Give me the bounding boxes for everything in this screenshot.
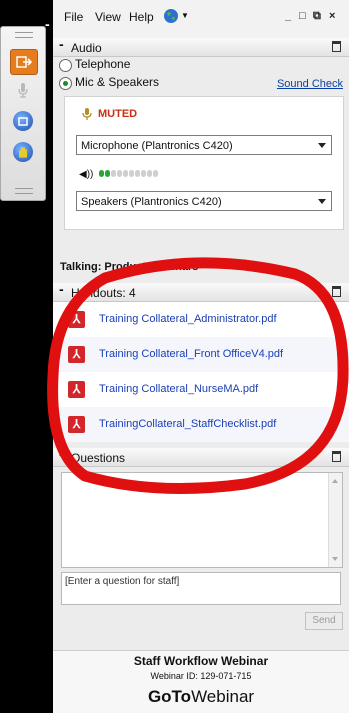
- panel-grip[interactable]: -: [45, 16, 50, 32]
- meter-segment: [141, 170, 146, 177]
- chevron-down-icon[interactable]: ▼: [181, 11, 189, 20]
- meter-segment: [111, 170, 116, 177]
- gotowebinar-logo: GoToWebinar: [53, 687, 349, 707]
- questions-title: Questions: [71, 451, 126, 465]
- minimize-button[interactable]: _: [285, 10, 291, 22]
- meter-segment: [153, 170, 158, 177]
- mic-speakers-label: Mic & Speakers: [75, 75, 160, 89]
- webinar-footer: Staff Workflow Webinar Webinar ID: 129-0…: [53, 650, 349, 713]
- brand-bold: GoTo: [147, 687, 192, 706]
- maximize-button[interactable]: □: [299, 10, 306, 22]
- meter-segment: [123, 170, 128, 177]
- question-input[interactable]: [Enter a question for staff]: [61, 572, 341, 605]
- menu-file[interactable]: File: [64, 10, 83, 24]
- speakers-select[interactable]: Speakers (Plantronics C420): [76, 191, 332, 211]
- pdf-icon: ⅄: [68, 381, 85, 398]
- raise-hand-button[interactable]: [10, 140, 36, 164]
- speaker-level-meter: [99, 170, 158, 177]
- telephone-label: Telephone: [75, 57, 131, 71]
- webinar-id: Webinar ID: 129-071-715: [150, 671, 252, 681]
- screen-icon: [18, 116, 28, 126]
- webinar-title: Staff Workflow Webinar: [133, 654, 269, 668]
- list-item[interactable]: ⅄ Training Collateral_Administrator.pdf: [53, 302, 349, 337]
- pdf-icon: ⅄: [68, 346, 85, 363]
- microphone-icon: [82, 108, 92, 120]
- questions-scrollbar[interactable]: [328, 473, 342, 567]
- handout-link[interactable]: Training Collateral_Front OfficeV4.pdf: [99, 348, 283, 360]
- list-item[interactable]: ⅄ TrainingCollateral_StaffChecklist.pdf: [53, 407, 349, 442]
- toolbar-grip-top[interactable]: [15, 32, 33, 38]
- control-toolbar: [0, 26, 46, 201]
- handout-link[interactable]: TrainingCollateral_StaffChecklist.pdf: [99, 418, 276, 430]
- audio-section-header: - Audio: [53, 36, 349, 57]
- arrow-right-icon: [16, 56, 32, 68]
- telephone-radio[interactable]: [59, 59, 72, 72]
- globe-icon[interactable]: [163, 8, 179, 24]
- pdf-icon: ⅄: [68, 311, 85, 328]
- question-placeholder: [Enter a question for staff]: [65, 576, 180, 587]
- screen-button[interactable]: [10, 109, 36, 133]
- chevron-down-icon: [318, 199, 326, 204]
- meter-segment: [99, 170, 104, 177]
- popout-icon[interactable]: [332, 286, 341, 297]
- popout-icon[interactable]: [332, 41, 341, 52]
- handouts-title: Handouts: 4: [71, 286, 136, 300]
- meter-segment: [147, 170, 152, 177]
- questions-section-header: - Questions: [53, 446, 349, 467]
- meter-segment: [105, 170, 110, 177]
- list-item[interactable]: ⅄ Training Collateral_NurseMA.pdf: [53, 372, 349, 407]
- restore-button[interactable]: ⧉: [313, 10, 321, 23]
- scroll-up-icon[interactable]: [332, 479, 338, 483]
- questions-log[interactable]: [61, 472, 343, 568]
- microphone-icon: [18, 83, 28, 98]
- microphone-value: Microphone (Plantronics C420): [81, 140, 233, 152]
- meter-segment: [129, 170, 134, 177]
- microphone-select[interactable]: Microphone (Plantronics C420): [76, 135, 332, 155]
- popout-icon[interactable]: [332, 451, 341, 462]
- handout-link[interactable]: Training Collateral_Administrator.pdf: [99, 313, 277, 325]
- collapse-icon[interactable]: -: [59, 446, 64, 462]
- audio-title: Audio: [71, 41, 102, 55]
- handout-link[interactable]: Training Collateral_NurseMA.pdf: [99, 383, 258, 395]
- handouts-list: ⅄ Training Collateral_Administrator.pdf ⅄…: [53, 302, 349, 442]
- meter-segment: [117, 170, 122, 177]
- mic-speakers-radio[interactable]: [59, 77, 72, 90]
- talking-label: Talking: Product Webinars: [60, 261, 199, 273]
- meter-segment: [135, 170, 140, 177]
- brand-light: Webinar: [191, 687, 255, 706]
- muted-status: MUTED: [98, 108, 138, 120]
- control-panel: - File View Help ▼ _ □ ⧉ × - Audio Telep…: [45, 0, 349, 713]
- menu-help[interactable]: Help: [129, 10, 154, 24]
- collapse-icon[interactable]: -: [59, 281, 64, 297]
- speaker-icon: ◀)): [79, 169, 94, 180]
- audio-settings-box: MUTED Microphone (Plantronics C420) ◀)) …: [64, 96, 344, 230]
- menu-bar: File View Help ▼ _ □ ⧉ ×: [53, 0, 349, 39]
- list-item[interactable]: ⅄ Training Collateral_Front OfficeV4.pdf: [53, 337, 349, 372]
- scroll-down-icon[interactable]: [332, 557, 338, 561]
- handouts-section-header: - Handouts: 4: [53, 281, 349, 302]
- collapse-icon[interactable]: -: [59, 36, 64, 52]
- hand-icon: [19, 147, 27, 158]
- show-panel-button[interactable]: [10, 49, 38, 75]
- mic-button[interactable]: [10, 78, 36, 102]
- toolbar-grip-bottom[interactable]: [15, 188, 33, 194]
- send-button[interactable]: Send: [305, 612, 343, 630]
- close-button[interactable]: ×: [329, 10, 335, 22]
- chevron-down-icon: [318, 143, 326, 148]
- speakers-value: Speakers (Plantronics C420): [81, 196, 222, 208]
- pdf-icon: ⅄: [68, 416, 85, 433]
- menu-view[interactable]: View: [95, 10, 121, 24]
- sound-check-link[interactable]: Sound Check: [277, 78, 343, 90]
